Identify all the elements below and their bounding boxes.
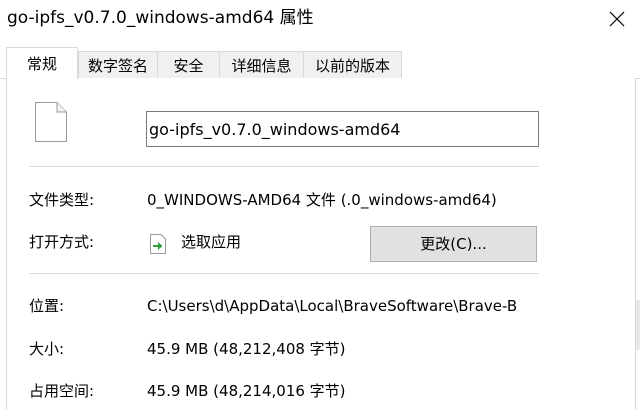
change-button[interactable]: 更改(C)... bbox=[370, 226, 537, 262]
file-type-value: 0_WINDOWS-AMD64 文件 (.0_windows-amd64) bbox=[147, 191, 497, 209]
size-on-disk-value: 45.9 MB (48,214,016 字节) bbox=[147, 382, 346, 400]
divider bbox=[29, 166, 539, 167]
choose-app-icon bbox=[150, 234, 166, 254]
opens-with-value: 选取应用 bbox=[181, 233, 242, 251]
close-icon bbox=[609, 11, 625, 27]
size-label: 大小: bbox=[29, 340, 65, 358]
opens-with-label: 打开方式: bbox=[29, 233, 95, 251]
file-name-field[interactable] bbox=[146, 111, 539, 147]
tab-security[interactable]: 安全 bbox=[157, 51, 220, 78]
title-bar: go-ipfs_v0.7.0_windows-amd64 属性 bbox=[0, 0, 640, 38]
properties-window: go-ipfs_v0.7.0_windows-amd64 属性 常规 数字签名 … bbox=[0, 0, 640, 410]
location-value: C:\Users\d\AppData\Local\BraveSoftware\B… bbox=[147, 297, 518, 315]
location-label: 位置: bbox=[29, 297, 65, 315]
tab-digital-signatures[interactable]: 数字签名 bbox=[78, 51, 158, 78]
size-value: 45.9 MB (48,212,408 字节) bbox=[147, 340, 346, 358]
divider bbox=[29, 273, 539, 274]
size-on-disk-label: 占用空间: bbox=[29, 382, 95, 400]
file-type-label: 文件类型: bbox=[29, 191, 95, 209]
close-button[interactable] bbox=[594, 0, 640, 36]
file-icon bbox=[35, 102, 67, 142]
tab-general[interactable]: 常规 bbox=[6, 47, 78, 79]
window-edge-scrollbar[interactable] bbox=[636, 300, 640, 350]
tab-details[interactable]: 详细信息 bbox=[219, 51, 304, 78]
tab-previous-versions[interactable]: 以前的版本 bbox=[303, 51, 402, 78]
window-title: go-ipfs_v0.7.0_windows-amd64 属性 bbox=[7, 8, 314, 28]
